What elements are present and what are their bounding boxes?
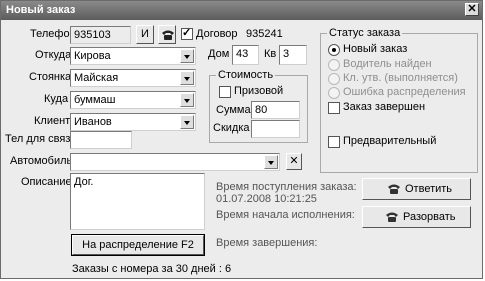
completed-label: Заказ завершен [343, 101, 426, 113]
title-bar: Новый заказ ✕ [1, 1, 482, 20]
contract-number: 935241 [246, 28, 283, 40]
status-radio-driver-found [328, 59, 340, 71]
status-option-error: Ошибка распределения [343, 86, 466, 98]
chevron-down-icon[interactable] [180, 49, 194, 63]
from-label: Откуда [35, 49, 72, 61]
answer-button[interactable]: Ответить [362, 178, 471, 200]
answer-button-label: Ответить [405, 183, 453, 195]
completed-checkbox[interactable] [328, 102, 340, 114]
close-button[interactable]: ✕ [465, 3, 479, 16]
status-caption: Статус заказа [327, 27, 403, 39]
chevron-down-icon[interactable] [180, 71, 194, 85]
order-window: Новый заказ ✕ Телефон 935103 И Договор 9… [0, 0, 483, 279]
prize-label: Призовой [234, 85, 284, 97]
status-option-in-progress: Кл. утв. (выполняется) [343, 72, 458, 84]
stand-label: Стоянка [29, 71, 72, 83]
sum-input[interactable]: 80 [251, 101, 300, 119]
prize-checkbox[interactable] [219, 86, 231, 98]
status-radio-in-progress [328, 73, 340, 85]
contact-phone-label: Тел для связи [5, 133, 77, 145]
status-option-new: Новый заказ [343, 43, 408, 55]
window-title: Новый заказ [6, 4, 76, 16]
close-icon: ✕ [467, 3, 477, 15]
disconnect-button[interactable]: Разорвать [362, 206, 471, 228]
car-label: Автомобиль [10, 155, 73, 167]
car-combo[interactable] [70, 153, 280, 171]
received-time-value: 01.07.2008 10:21:25 [216, 193, 317, 205]
distribute-button[interactable]: На распределение F2 [71, 234, 205, 256]
contact-phone-input[interactable] [70, 131, 132, 149]
client-combo[interactable]: Иванов [70, 113, 196, 131]
status-option-driver-found: Водитель найден [343, 58, 432, 70]
house-input[interactable]: 43 [232, 45, 259, 65]
telephone-icon [388, 184, 400, 194]
discount-input[interactable] [251, 120, 300, 138]
chevron-down-icon[interactable] [264, 155, 278, 169]
telephone-icon [386, 212, 398, 222]
sum-label: Сумма [216, 104, 251, 116]
cost-group: Стоимость Призовой Сумма 80 Скидка [209, 69, 308, 143]
apt-input[interactable]: 3 [279, 45, 307, 65]
chevron-down-icon[interactable] [180, 115, 194, 129]
client-info-button[interactable]: И [136, 25, 154, 44]
clear-car-button[interactable]: ✕ [286, 153, 302, 170]
from-combo[interactable]: Кирова [70, 47, 196, 65]
stand-combo[interactable]: Майская [70, 69, 196, 87]
orders-count-text: Заказы с номера за 30 дней : 6 [72, 263, 232, 275]
house-label: Дом [208, 48, 230, 60]
disconnect-button-label: Разорвать [403, 211, 456, 223]
client-label: Клиент [34, 115, 71, 127]
phone-call-button[interactable] [158, 25, 176, 44]
status-radio-error [328, 87, 340, 99]
start-time-label: Время начала исполнения: [216, 209, 355, 221]
cost-caption: Стоимость [216, 69, 276, 81]
phone-input[interactable]: 935103 [70, 26, 131, 44]
description-label: Описание [21, 176, 72, 188]
discount-label: Скидка [213, 122, 250, 134]
to-combo[interactable]: буммаш [70, 91, 196, 109]
close-icon: ✕ [289, 155, 299, 167]
chevron-down-icon[interactable] [180, 93, 194, 107]
to-label: Куда [44, 93, 69, 105]
end-time-label: Время завершения: [216, 237, 318, 249]
contract-checkbox[interactable] [181, 26, 193, 40]
status-radio-new[interactable] [328, 44, 340, 56]
received-time-label: Время поступления заказа: [216, 181, 357, 193]
status-group: Статус заказа Новый заказ Водитель найде… [320, 27, 478, 173]
description-textarea[interactable]: Дог. [70, 173, 205, 230]
phone-label: Телефон [30, 28, 76, 40]
contract-label: Договор [196, 28, 238, 40]
apt-label: Кв [264, 48, 277, 60]
preliminary-label: Предварительный [343, 135, 437, 147]
telephone-icon [162, 30, 174, 40]
preliminary-checkbox[interactable] [328, 136, 340, 148]
